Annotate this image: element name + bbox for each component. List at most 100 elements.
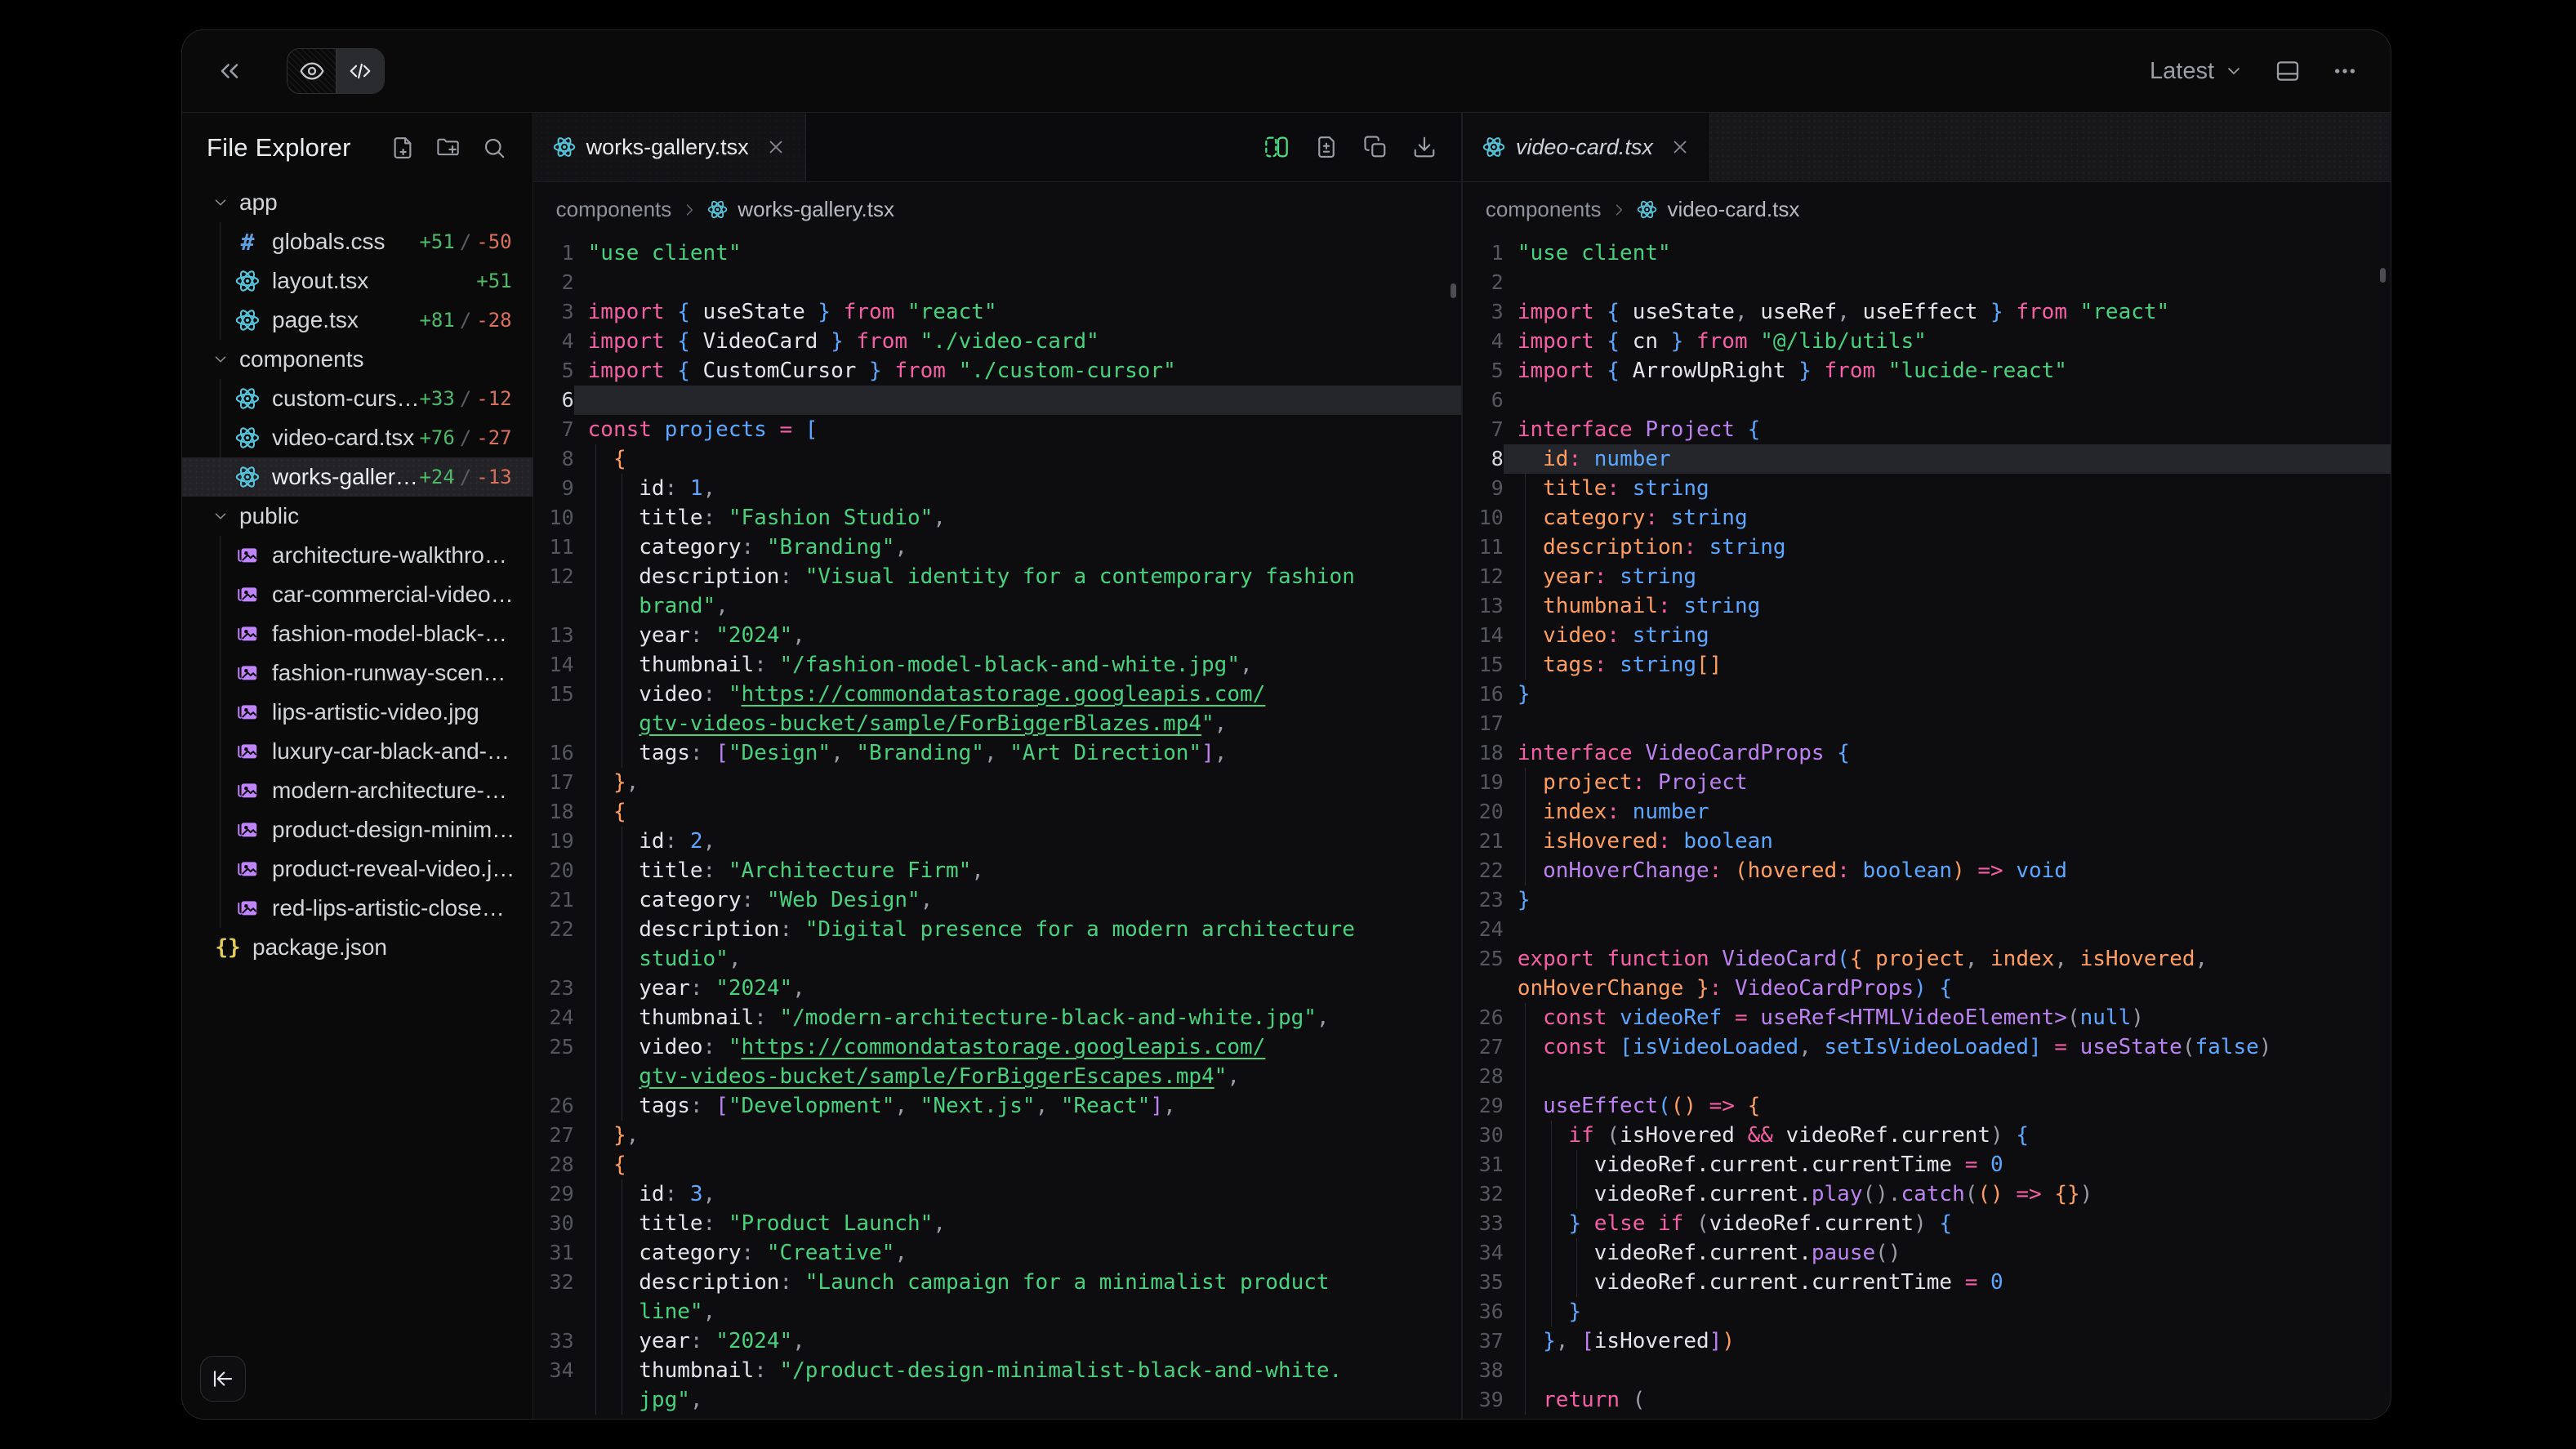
code-line[interactable]: 30 if (isHovered && videoRef.current) {: [1463, 1121, 2391, 1150]
code-line[interactable]: 29 useEffect(() => {: [1463, 1091, 2391, 1121]
code-line[interactable]: 9 id: 1,: [533, 474, 1461, 503]
code-line[interactable]: 10 category: string: [1463, 503, 2391, 533]
collapse-panel-button[interactable]: [200, 1356, 246, 1402]
file-row-video-card-tsx[interactable]: video-card.tsx+76/-27: [182, 418, 533, 457]
file-row-architecture-walkthro[interactable]: architecture-walkthro…: [182, 536, 533, 575]
code-line[interactable]: 6: [533, 386, 1461, 415]
code-line[interactable]: 3import { useState } from "react": [533, 297, 1461, 327]
code-line[interactable]: 28: [1463, 1062, 2391, 1091]
code-line[interactable]: 13 year: "2024",: [533, 621, 1461, 650]
code-line[interactable]: 22 onHoverChange: (hovered: boolean) => …: [1463, 856, 2391, 885]
code-line[interactable]: 15 tags: string[]: [1463, 650, 2391, 680]
scrollbar-thumb[interactable]: [1451, 283, 1456, 298]
new-file-button[interactable]: [390, 136, 415, 160]
code-line[interactable]: 18 {: [533, 797, 1461, 827]
scrollbar-thumb[interactable]: [2380, 268, 2386, 283]
file-row-layout-tsx[interactable]: layout.tsx+51: [182, 261, 533, 301]
close-tab-icon[interactable]: [1670, 137, 1690, 157]
code-line[interactable]: 9 title: string: [1463, 474, 2391, 503]
file-row-custom-curs[interactable]: custom-curs…+33/-12: [182, 379, 533, 418]
code-line[interactable]: gtv-videos-bucket/sample/ForBiggerBlazes…: [533, 709, 1461, 738]
collapse-sidebar-button[interactable]: [215, 56, 244, 86]
code-line[interactable]: 15 video: "https://commondatastorage.goo…: [533, 680, 1461, 709]
file-row-lips-artistic-video-jpg[interactable]: lips-artistic-video.jpg: [182, 693, 533, 732]
code-line[interactable]: 21 category: "Web Design",: [533, 885, 1461, 915]
file-row-page-tsx[interactable]: page.tsx+81/-28: [182, 301, 533, 340]
code-line[interactable]: 2: [533, 268, 1461, 297]
code-line[interactable]: 11 description: string: [1463, 533, 2391, 562]
file-row-globals-css[interactable]: #globals.css+51/-50: [182, 222, 533, 261]
code-editor-works-gallery[interactable]: 1"use client"23import { useState } from …: [533, 237, 1461, 1419]
code-line[interactable]: 8 {: [533, 444, 1461, 474]
code-line[interactable]: 21 isHovered: boolean: [1463, 827, 2391, 856]
code-line[interactable]: 2: [1463, 268, 2391, 297]
code-line[interactable]: 13 thumbnail: string: [1463, 591, 2391, 621]
code-line[interactable]: 29 id: 3,: [533, 1179, 1461, 1209]
code-line[interactable]: 25export function VideoCard({ project, i…: [1463, 944, 2391, 974]
code-line[interactable]: 24 thumbnail: "/modern-architecture-blac…: [533, 1003, 1461, 1032]
download-button[interactable]: [1412, 135, 1437, 159]
code-line[interactable]: 12 description: "Visual identity for a c…: [533, 562, 1461, 591]
file-row-works-galler[interactable]: works-galler…+24/-13: [182, 457, 533, 497]
file-row-modern-architecture[interactable]: modern-architecture-…: [182, 771, 533, 810]
more-options-button[interactable]: [2332, 58, 2358, 84]
code-line[interactable]: 36 }: [1463, 1297, 2391, 1326]
code-line[interactable]: 7interface Project {: [1463, 415, 2391, 444]
code-line[interactable]: 16}: [1463, 680, 2391, 709]
split-diff-view-button[interactable]: [1263, 134, 1290, 160]
code-line[interactable]: 17: [1463, 709, 2391, 738]
code-line[interactable]: 3import { useState, useRef, useEffect } …: [1463, 297, 2391, 327]
code-line[interactable]: 34 thumbnail: "/product-design-minimalis…: [533, 1356, 1461, 1385]
copy-code-button[interactable]: [1363, 135, 1388, 159]
code-line[interactable]: 38: [1463, 1356, 2391, 1385]
code-line[interactable]: 33 } else if (videoRef.current) {: [1463, 1209, 2391, 1238]
code-line[interactable]: 5import { ArrowUpRight } from "lucide-re…: [1463, 356, 2391, 386]
tab-video-card-tsx[interactable]: video-card.tsx: [1463, 113, 1710, 181]
folder-row-app[interactable]: app: [182, 183, 533, 222]
code-line[interactable]: 24: [1463, 915, 2391, 944]
code-line[interactable]: 32 description: "Launch campaign for a m…: [533, 1268, 1461, 1297]
file-row-fashion-runway-scen[interactable]: fashion-runway-scen…: [182, 653, 533, 693]
search-files-button[interactable]: [482, 136, 506, 160]
code-line[interactable]: 23}: [1463, 885, 2391, 915]
code-line[interactable]: 11 category: "Branding",: [533, 533, 1461, 562]
file-row-red-lips-artistic-close[interactable]: red-lips-artistic-close…: [182, 889, 533, 928]
file-row-fashion-model-black[interactable]: fashion-model-black-…: [182, 614, 533, 653]
code-line[interactable]: 23 year: "2024",: [533, 974, 1461, 1003]
code-line[interactable]: 17 },: [533, 768, 1461, 797]
code-line[interactable]: 37 }, [isHovered]): [1463, 1326, 2391, 1356]
code-line[interactable]: 14 video: string: [1463, 621, 2391, 650]
code-line[interactable]: 20 index: number: [1463, 797, 2391, 827]
code-line[interactable]: 30 title: "Product Launch",: [533, 1209, 1461, 1238]
code-line[interactable]: 22 description: "Digital presence for a …: [533, 915, 1461, 944]
code-line[interactable]: jpg",: [533, 1385, 1461, 1415]
code-line[interactable]: 32 videoRef.current.play().catch(() => {…: [1463, 1179, 2391, 1209]
code-line[interactable]: 27 const [isVideoLoaded, setIsVideoLoade…: [1463, 1032, 2391, 1062]
code-line[interactable]: 10 title: "Fashion Studio",: [533, 503, 1461, 533]
code-line[interactable]: 27 },: [533, 1121, 1461, 1150]
code-line[interactable]: 28 {: [533, 1150, 1461, 1179]
tab-works-gallery-tsx[interactable]: works-gallery.tsx: [533, 113, 806, 181]
code-line[interactable]: brand",: [533, 591, 1461, 621]
code-line[interactable]: 12 year: string: [1463, 562, 2391, 591]
file-row-car-commercial-video[interactable]: car-commercial-video…: [182, 575, 533, 614]
breadcrumb-folder[interactable]: components: [1486, 197, 1602, 222]
preview-toggle-button[interactable]: [287, 49, 336, 93]
folder-row-components[interactable]: components: [182, 340, 533, 379]
folder-row-public[interactable]: public: [182, 497, 533, 536]
version-dropdown[interactable]: Latest: [2150, 58, 2244, 85]
breadcrumb-file[interactable]: video-card.tsx: [1667, 197, 1799, 222]
code-line[interactable]: 20 title: "Architecture Firm",: [533, 856, 1461, 885]
layout-panel-button[interactable]: [2275, 58, 2301, 84]
code-line[interactable]: gtv-videos-bucket/sample/ForBiggerEscape…: [533, 1062, 1461, 1091]
code-line[interactable]: 25 video: "https://commondatastorage.goo…: [533, 1032, 1461, 1062]
code-editor-video-card[interactable]: 1"use client"23import { useState, useRef…: [1463, 237, 2391, 1419]
file-row-luxury-car-black-and[interactable]: luxury-car-black-and-…: [182, 732, 533, 771]
code-line[interactable]: 26 tags: ["Development", "Next.js", "Rea…: [533, 1091, 1461, 1121]
code-line[interactable]: 18interface VideoCardProps {: [1463, 738, 2391, 768]
code-line[interactable]: 35 videoRef.current.currentTime = 0: [1463, 1268, 2391, 1297]
code-line[interactable]: 34 videoRef.current.pause(): [1463, 1238, 2391, 1268]
code-line[interactable]: 19 project: Project: [1463, 768, 2391, 797]
breadcrumb-folder[interactable]: components: [556, 197, 672, 222]
code-toggle-button[interactable]: [336, 49, 384, 93]
